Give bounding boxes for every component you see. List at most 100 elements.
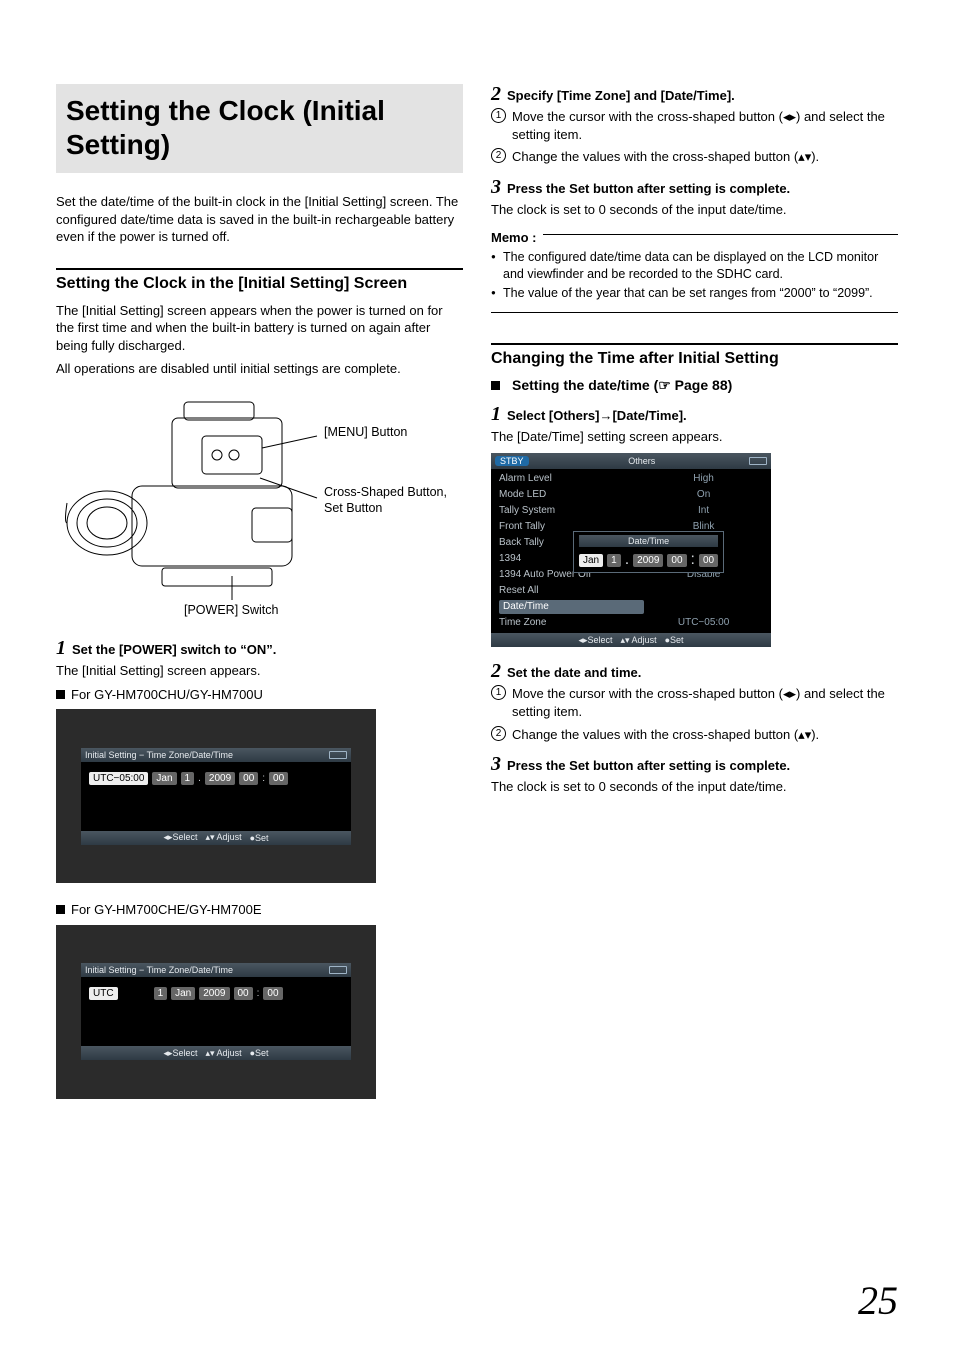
change-step-1-title: Select [Others]→[Date/Time]. [507, 408, 687, 423]
osd-b-foot-set: ●Set [250, 1048, 269, 1058]
battery-icon [329, 966, 347, 974]
step-2-title: Specify [Time Zone] and [Date/Time]. [507, 88, 735, 103]
page-columns: Setting the Clock (Initial Setting) Set … [56, 84, 898, 1117]
substep-2-1: 1 Move the cursor with the cross-shaped … [491, 108, 898, 144]
intro-paragraph: Set the date/time of the built-in clock … [56, 193, 463, 246]
osd-a-foot-adjust: ▴▾ Adjust [206, 832, 242, 843]
battery-icon [749, 457, 767, 465]
left-column: Setting the Clock (Initial Setting) Set … [56, 84, 463, 1117]
right-column: 2 Specify [Time Zone] and [Date/Time]. 1… [491, 84, 898, 1117]
memo-item-2: The value of the year that can be set ra… [491, 285, 898, 302]
memo-list: The configured date/time data can be dis… [491, 249, 898, 302]
model-label-b: For GY-HM700CHE/GY-HM700E [56, 901, 463, 919]
osd-a-hh: 00 [239, 772, 258, 785]
osd-screenshot-a: Initial Setting − Time Zone/Date/Time UT… [56, 709, 376, 883]
overlay-day: 1 [607, 554, 621, 567]
callout-menu-button: [MENU] Button [324, 424, 407, 440]
change-step-3-title: Press the Set button after setting is co… [507, 758, 790, 773]
osd-a-foot-select: ◂▸Select [163, 832, 197, 843]
substep-2-2: 2 Change the values with the cross-shape… [491, 148, 898, 166]
menu-foot-set: ●Set [665, 635, 684, 645]
menu-row: Date/Time [491, 599, 771, 615]
date-time-overlay: Date/Time Jan 1 . 2009 00 : 00 [573, 531, 724, 573]
osd-b-foot-select: ◂▸Select [163, 1048, 197, 1059]
camera-diagram: [MENU] Button Cross-Shaped Button, Set B… [56, 388, 463, 628]
others-menu-screenshot: STBY Others Alarm LevelHighMode LEDOnTal… [491, 453, 771, 647]
change-step-1: 1 Select [Others]→[Date/Time]. [491, 404, 898, 424]
memo-rule [543, 234, 899, 235]
change-heading: Changing the Time after Initial Setting [491, 349, 898, 369]
change-step-1-desc: The [Date/Time] setting screen appears. [491, 428, 898, 446]
osd-b-mon: Jan [171, 987, 195, 1000]
step-2: 2 Specify [Time Zone] and [Date/Time]. [491, 84, 898, 104]
osd-b-mm: 00 [263, 987, 282, 1000]
section-paragraph-1: The [Initial Setting] screen appears whe… [56, 302, 463, 355]
osd-b-titlebar: Initial Setting − Time Zone/Date/Time [85, 965, 233, 975]
step-number-3: 3 [491, 177, 501, 197]
osd-b-foot-adjust: ▴▾ Adjust [206, 1048, 242, 1059]
osd-a-yr: 2009 [205, 772, 235, 785]
section-rule [491, 343, 898, 345]
change-substep-2-1: 1 Move the cursor with the cross-shaped … [491, 685, 898, 721]
step-number-2: 2 [491, 661, 501, 681]
circled-2-icon: 2 [491, 148, 506, 163]
osd-b-tz: UTC [89, 987, 118, 1000]
model-label-a: For GY-HM700CHU/GY-HM700U [56, 686, 463, 704]
page-number: 25 [858, 1277, 898, 1324]
step-1: 1 Set the [POWER] switch to “ON”. [56, 638, 463, 658]
step-1-desc: The [Initial Setting] screen appears. [56, 662, 463, 680]
menu-title: Others [535, 456, 749, 466]
circled-1-icon: 1 [491, 108, 506, 123]
callout-power-switch: [POWER] Switch [184, 602, 278, 618]
step-number-2: 2 [491, 84, 501, 104]
menu-row: Tally SystemInt [491, 503, 771, 519]
square-bullet-icon [491, 381, 500, 390]
section-rule [56, 268, 463, 270]
menu-row: Mode LEDOn [491, 487, 771, 503]
step-1-title: Set the [POWER] switch to “ON”. [72, 642, 276, 657]
osd-b-yr: 2009 [199, 987, 229, 1000]
section-heading-initial: Setting the Clock in the [Initial Settin… [56, 274, 463, 294]
step-3-desc: The clock is set to 0 seconds of the inp… [491, 201, 898, 219]
camera-illustration [62, 388, 322, 608]
menu-row: Reset All [491, 583, 771, 599]
menu-row: Time ZoneUTC−05:00 [491, 615, 771, 631]
circled-2-icon: 2 [491, 726, 506, 741]
overlay-mm: 00 [699, 554, 718, 567]
menu-status: STBY [495, 456, 529, 466]
step-3: 3 Press the Set button after setting is … [491, 177, 898, 197]
overlay-mon: Jan [579, 554, 603, 567]
osd-screenshot-b: Initial Setting − Time Zone/Date/Time UT… [56, 925, 376, 1099]
change-step-2-title: Set the date and time. [507, 665, 641, 680]
osd-b-day: 1 [154, 987, 168, 1000]
step-number-1: 1 [491, 404, 501, 424]
page-title: Setting the Clock (Initial Setting) [66, 94, 453, 161]
osd-a-mm: 00 [269, 772, 288, 785]
square-bullet-icon [56, 905, 65, 914]
menu-foot-select: ◂▸Select [578, 635, 612, 646]
circled-1-icon: 1 [491, 685, 506, 700]
change-step-3: 3 Press the Set button after setting is … [491, 754, 898, 774]
change-step-3-desc: The clock is set to 0 seconds of the inp… [491, 778, 898, 796]
page-title-box: Setting the Clock (Initial Setting) [56, 84, 463, 173]
overlay-title: Date/Time [579, 535, 718, 547]
osd-a-day: 1 [181, 772, 195, 785]
change-section: Changing the Time after Initial Setting … [491, 343, 898, 796]
square-bullet-icon [56, 690, 65, 699]
osd-a-mon: Jan [152, 772, 176, 785]
osd-a-foot-set: ●Set [250, 833, 269, 843]
step-3-title: Press the Set button after setting is co… [507, 181, 790, 196]
step-number-3: 3 [491, 754, 501, 774]
overlay-yr: 2009 [633, 554, 663, 567]
osd-b-hh: 00 [234, 987, 253, 1000]
change-subheading: Setting the date/time (☞ Page 88) [491, 377, 898, 394]
battery-icon [329, 751, 347, 759]
osd-a-titlebar: Initial Setting − Time Zone/Date/Time [85, 750, 233, 760]
callout-cross-button: Cross-Shaped Button, Set Button [324, 484, 447, 517]
section-paragraph-2: All operations are disabled until initia… [56, 360, 463, 378]
memo-label: Memo : [491, 230, 537, 245]
step-number-1: 1 [56, 638, 66, 658]
menu-row: Alarm LevelHigh [491, 471, 771, 487]
overlay-hh: 00 [667, 554, 686, 567]
memo-end-rule [491, 312, 898, 313]
